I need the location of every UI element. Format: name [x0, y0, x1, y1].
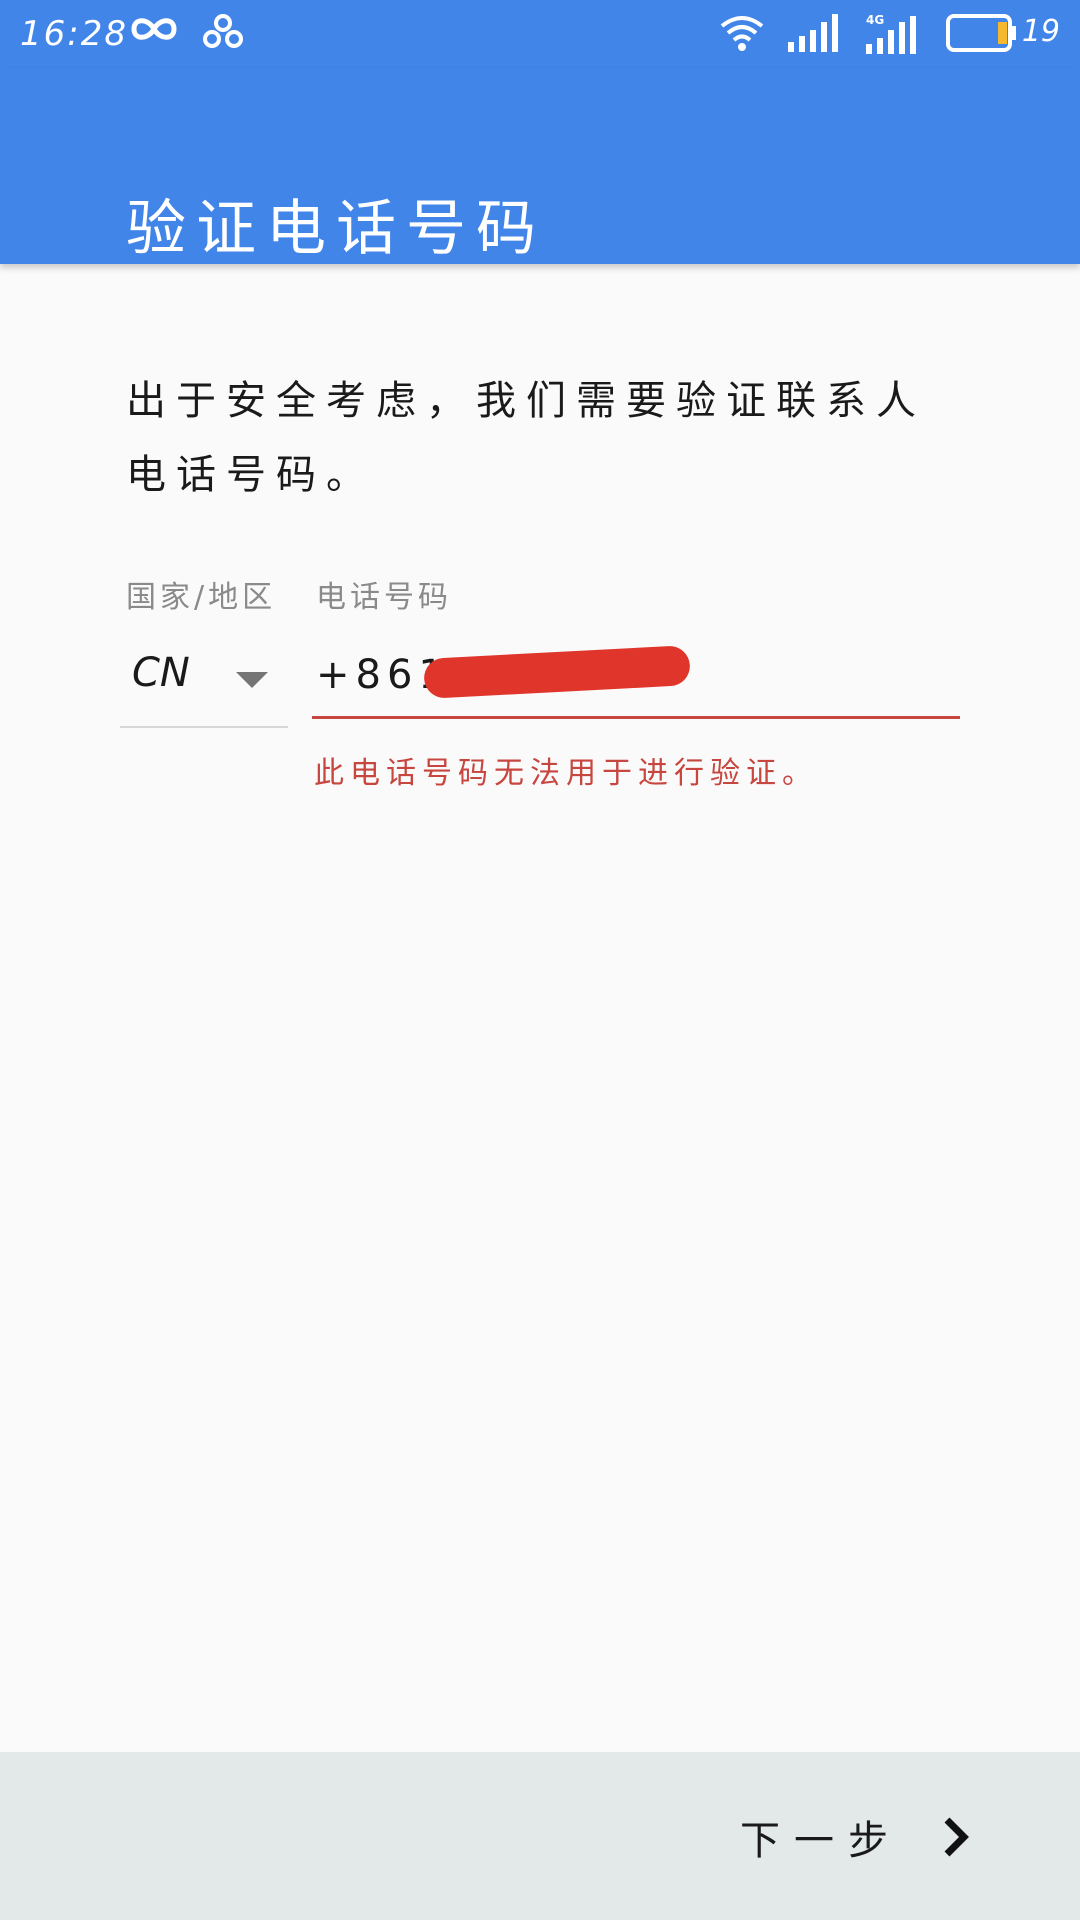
infinity-icon: [131, 18, 177, 40]
error-message: 此电话号码无法用于进行验证。: [314, 756, 818, 791]
country-selector[interactable]: CN: [120, 640, 288, 728]
country-label: 国家/地区: [126, 580, 277, 615]
phone-label: 电话号码: [316, 580, 452, 615]
dropdown-arrow-icon: [236, 672, 268, 688]
battery-icon: [946, 14, 1016, 52]
page-title: 验证电话号码: [126, 194, 546, 265]
chevron-right-icon: [944, 1817, 969, 1857]
bottom-bar: 下一步: [0, 1752, 1080, 1920]
country-value: CN: [132, 650, 190, 696]
cloud-sync-icon: [203, 14, 243, 48]
next-button-label: 下一步: [740, 1818, 902, 1864]
next-button[interactable]: 下一步: [740, 1802, 970, 1872]
wifi-icon: [720, 16, 764, 51]
signal-icon: [788, 14, 838, 52]
phone-field: [312, 640, 960, 719]
battery-level-text: 19: [1021, 14, 1060, 49]
status-bar: 16:28 4G 19: [0, 0, 1080, 68]
network-type-label: 4G: [866, 13, 884, 27]
app-bar: 验证电话号码: [0, 68, 1080, 264]
security-description: 出于安全考虑，我们需要验证联系人电话号码。: [126, 378, 926, 498]
signal-4g-icon: 4G: [866, 13, 916, 54]
status-time: 16:28: [20, 14, 128, 54]
